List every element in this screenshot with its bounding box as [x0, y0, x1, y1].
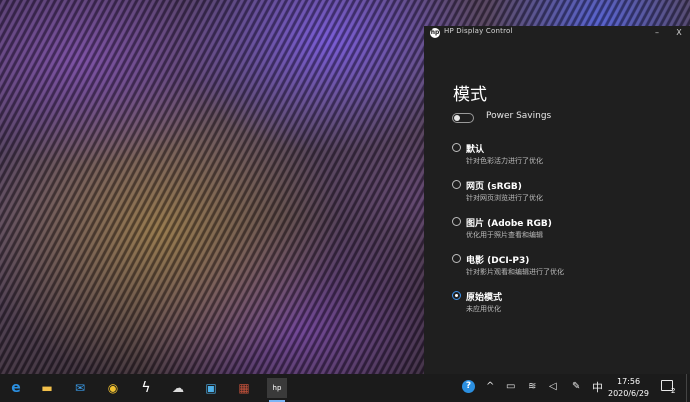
chrome-glyph: ◉ — [107, 381, 119, 395]
option-subtitle: 针对网页浏览进行了优化 — [466, 194, 543, 202]
winrar-icon[interactable]: ▦ — [234, 378, 254, 398]
radio-button[interactable] — [452, 217, 461, 226]
radio-button[interactable] — [452, 254, 461, 263]
page-title: 模式 — [453, 85, 487, 105]
file-explorer-icon[interactable]: ▬ — [37, 378, 57, 398]
edge-glyph: e — [11, 380, 21, 396]
radio-button[interactable] — [452, 180, 461, 189]
show-desktop-button[interactable] — [686, 374, 687, 402]
winrar-glyph: ▦ — [238, 381, 250, 395]
volume-icon[interactable]: ◁ — [549, 381, 557, 392]
pen-icon[interactable]: ✎ — [572, 381, 580, 392]
hp-display-control-window: hp HP Display Control – X 模式 Power Savin… — [424, 26, 690, 374]
option-title: 电影 (DCI-P3) — [466, 256, 530, 266]
toggle-knob — [454, 115, 460, 121]
edge-icon[interactable]: e — [6, 378, 26, 398]
option-title: 默认 — [466, 145, 485, 155]
network-globe-app-icon[interactable]: ☁ — [168, 378, 188, 398]
taskbar: e ▬ ✉ ◉ ϟ ☁ ▣ ▦ hp ? ^ ▭ ≋ ◁ ✎ 中 17:56 2… — [0, 374, 690, 402]
hp-logo-icon: hp — [430, 28, 440, 38]
option-subtitle: 针对色彩活力进行了优化 — [466, 157, 543, 165]
option-subtitle: 针对影片观看和编辑进行了优化 — [466, 268, 564, 276]
folder-glyph: ▬ — [41, 381, 53, 395]
clock-date[interactable]: 2020/6/29 — [608, 389, 649, 398]
mail-glyph: ✉ — [74, 381, 86, 395]
mail-icon[interactable]: ✉ — [70, 378, 90, 398]
lightning-glyph: ϟ — [141, 380, 151, 396]
photo-app-icon[interactable]: ▣ — [201, 378, 221, 398]
option-subtitle: 未应用优化 — [466, 305, 501, 313]
photo-glyph: ▣ — [205, 381, 217, 395]
radio-button-selected[interactable] — [452, 291, 461, 300]
wifi-icon[interactable]: ≋ — [528, 381, 536, 392]
power-savings-toggle[interactable] — [452, 113, 474, 123]
option-title: 原始模式 — [466, 293, 503, 303]
ime-indicator[interactable]: 中 — [592, 379, 603, 395]
help-icon[interactable]: ? — [462, 380, 475, 393]
hp-display-control-taskbar-icon[interactable]: hp — [267, 378, 287, 402]
hp-glyph: hp — [272, 383, 282, 392]
power-savings-label: Power Savings — [486, 111, 552, 121]
option-title: 图片 (Adobe RGB) — [466, 219, 552, 229]
clock-time[interactable]: 17:56 — [617, 377, 640, 386]
radio-button[interactable] — [452, 143, 461, 152]
close-button[interactable]: X — [668, 26, 690, 40]
chrome-icon[interactable]: ◉ — [103, 378, 123, 398]
lightning-app-icon[interactable]: ϟ — [136, 378, 156, 398]
option-subtitle: 优化用于照片查看和编辑 — [466, 231, 543, 239]
title-bar[interactable]: hp HP Display Control – X — [424, 26, 690, 40]
option-title: 网页 (sRGB) — [466, 182, 522, 192]
minimize-button[interactable]: – — [646, 26, 668, 40]
notification-count-badge: 2 — [671, 387, 676, 395]
globe-glyph: ☁ — [172, 381, 184, 395]
chevron-up-icon[interactable]: ^ — [486, 381, 494, 392]
battery-icon[interactable]: ▭ — [506, 381, 515, 392]
window-title: HP Display Control — [444, 27, 513, 35]
